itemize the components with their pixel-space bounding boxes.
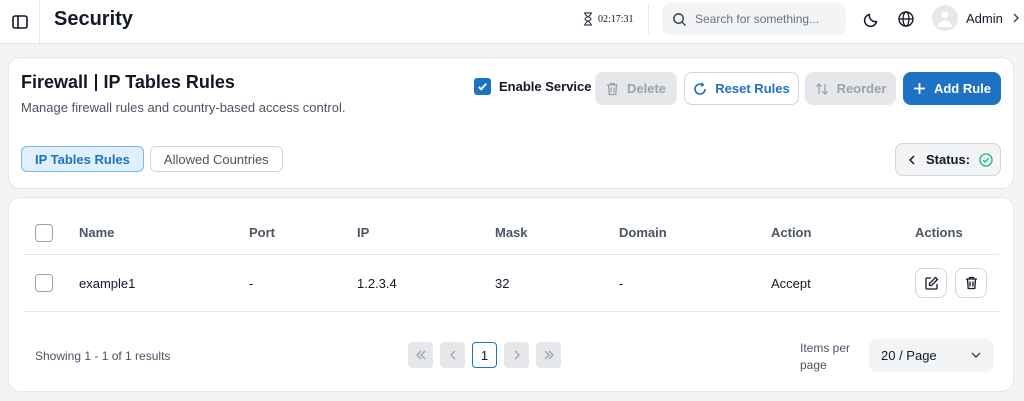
column-header-domain[interactable]: Domain — [619, 225, 667, 240]
trash-icon — [965, 276, 977, 290]
title-separator — [95, 74, 97, 91]
column-header-ip[interactable]: IP — [357, 225, 369, 240]
results-summary: Showing 1 - 1 of 1 results — [35, 349, 171, 363]
delete-label: Delete — [626, 81, 667, 96]
reorder-label: Reorder — [836, 81, 887, 96]
page-title: Security — [54, 8, 133, 30]
globe-icon — [898, 11, 914, 27]
sidebar-toggle-icon — [11, 15, 28, 29]
cell-name: example1 — [79, 276, 136, 291]
check-icon — [478, 83, 487, 91]
column-header-port[interactable]: Port — [249, 225, 275, 240]
section-title-sub: IP Tables Rules — [103, 72, 235, 92]
firewall-header-card: Firewall IP Tables Rules Manage firewall… — [8, 57, 1014, 189]
chevron-right-icon — [514, 350, 520, 360]
chevron-left-icon — [908, 154, 915, 165]
status-label: Status: — [926, 152, 971, 167]
column-header-action[interactable]: Action — [771, 225, 811, 240]
column-header-mask[interactable]: Mask — [495, 225, 528, 240]
add-rule-button[interactable]: Add Rule — [903, 72, 1001, 105]
page-number-button[interactable]: 1 — [472, 342, 497, 368]
tab-bar: IP Tables Rules Allowed Countries — [21, 146, 283, 172]
cell-ip: 1.2.3.4 — [357, 276, 397, 291]
refresh-icon — [694, 81, 707, 95]
pagination: 1 — [408, 342, 561, 368]
plus-icon — [913, 83, 925, 94]
delete-button[interactable]: Delete — [595, 72, 677, 105]
cell-domain: - — [619, 276, 624, 291]
search-input[interactable] — [695, 12, 835, 26]
add-rule-label: Add Rule — [933, 81, 992, 96]
edit-icon — [924, 276, 938, 290]
header-divider — [23, 254, 999, 255]
last-page-button[interactable] — [536, 342, 561, 368]
moon-icon — [863, 13, 878, 28]
cell-port: - — [249, 276, 254, 291]
items-per-page-label: Items per page — [800, 341, 851, 372]
search-box[interactable] — [662, 3, 846, 35]
reset-rules-button[interactable]: Reset Rules — [684, 72, 799, 105]
section-title-main: Firewall — [21, 72, 89, 92]
reorder-button[interactable]: Reorder — [805, 72, 896, 105]
delete-row-button[interactable] — [955, 268, 987, 298]
prev-page-button[interactable] — [440, 342, 465, 368]
section-title: Firewall IP Tables Rules — [21, 72, 235, 93]
user-menu[interactable]: Admin — [932, 5, 1021, 31]
chevron-down-icon — [971, 352, 981, 358]
next-page-button[interactable] — [504, 342, 529, 368]
first-page-button[interactable] — [408, 342, 433, 368]
enable-service-label: Enable Service — [499, 79, 592, 94]
column-header-actions: Actions — [915, 225, 963, 240]
cell-action: Accept — [771, 276, 811, 291]
user-icon — [938, 11, 952, 27]
double-chevron-left-icon — [415, 350, 425, 360]
edit-row-button[interactable] — [915, 268, 947, 298]
rules-table-card: Name Port IP Mask Domain Action Actions … — [8, 197, 1014, 392]
tab-ip-tables-rules[interactable]: IP Tables Rules — [21, 146, 144, 172]
double-chevron-right-icon — [544, 350, 554, 360]
tab-allowed-countries[interactable]: Allowed Countries — [149, 146, 283, 172]
user-name: Admin — [966, 10, 1003, 26]
enable-service-checkbox[interactable] — [474, 78, 491, 95]
reset-rules-label: Reset Rules — [715, 81, 790, 96]
top-bar: Security 02:17:31 Admin — [0, 0, 1024, 44]
row-checkbox[interactable] — [35, 274, 53, 292]
enable-service-toggle[interactable]: Enable Service — [474, 78, 592, 95]
clock-text: 02:17:31 — [598, 13, 634, 25]
sidebar-toggle-button[interactable] — [0, 0, 40, 44]
check-circle-icon — [979, 152, 993, 167]
select-all-checkbox[interactable] — [35, 224, 53, 242]
session-timer: 02:17:31 — [582, 12, 634, 26]
search-icon — [673, 12, 687, 26]
cell-mask: 32 — [495, 276, 510, 291]
theme-toggle-button[interactable] — [862, 9, 882, 29]
trash-icon — [606, 82, 618, 95]
chevron-left-icon — [449, 350, 455, 360]
page-size-select[interactable]: 20 / Page — [869, 339, 994, 372]
avatar — [932, 5, 958, 31]
page-size-value: 20 / Page — [881, 348, 937, 363]
hourglass-icon — [584, 12, 592, 26]
sort-arrows-icon — [815, 82, 828, 95]
language-button[interactable] — [896, 9, 916, 29]
chevron-right-icon — [1013, 13, 1019, 23]
divider — [648, 4, 649, 34]
row-divider — [23, 311, 999, 312]
section-subtitle: Manage firewall rules and country-based … — [21, 100, 346, 115]
column-header-name[interactable]: Name — [79, 225, 114, 240]
status-toggle[interactable]: Status: — [895, 143, 1001, 176]
